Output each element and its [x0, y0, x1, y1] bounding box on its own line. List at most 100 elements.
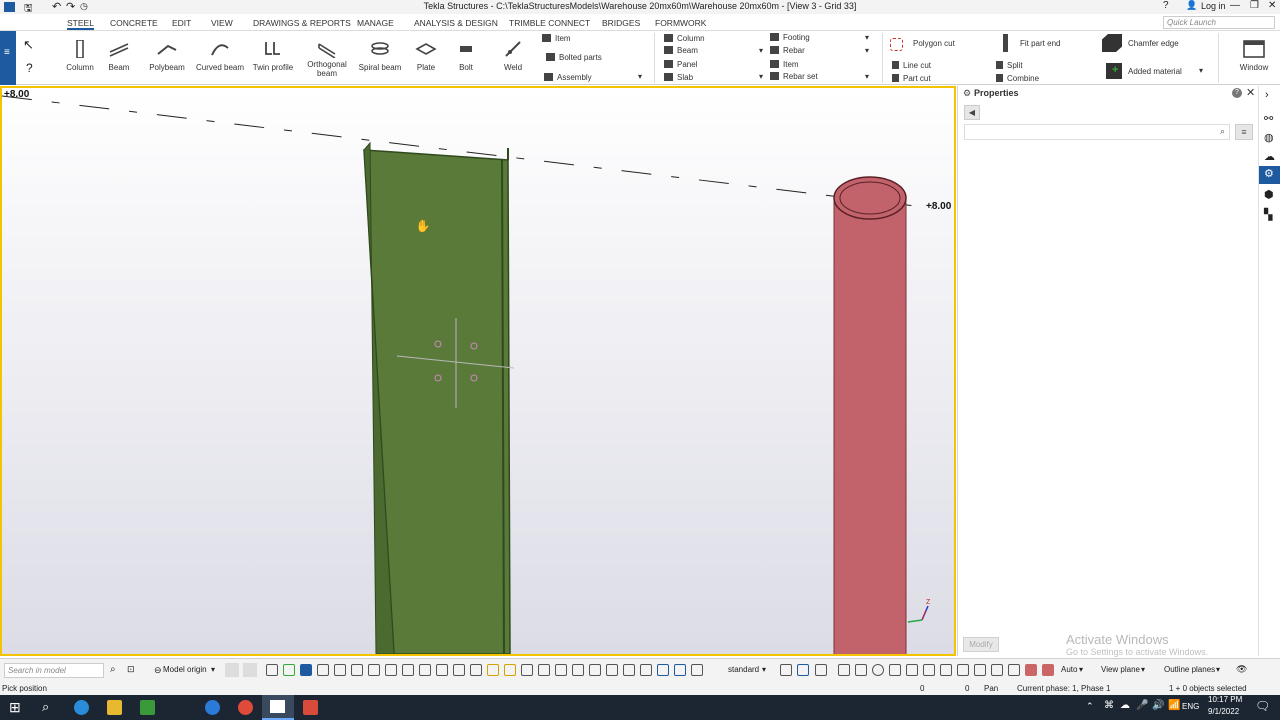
- select-loads-icon[interactable]: [572, 664, 584, 676]
- clock-date[interactable]: 9/1/2022: [1208, 707, 1239, 716]
- user-icon[interactable]: 👤: [1186, 0, 1197, 11]
- select-assembly-icon[interactable]: [674, 664, 686, 676]
- tab-manage[interactable]: MANAGE: [357, 18, 394, 28]
- tab-formwork[interactable]: FORMWORK: [655, 18, 706, 28]
- chevron-down-icon[interactable]: ▾: [759, 72, 763, 81]
- chevron-down-icon[interactable]: ▾: [759, 46, 763, 55]
- weld-button[interactable]: Weld: [487, 33, 539, 83]
- split-button[interactable]: Split: [996, 61, 1023, 70]
- tab-analysis-design[interactable]: ANALYSIS & DESIGN: [414, 18, 498, 28]
- snap-intersection-icon[interactable]: [906, 664, 918, 676]
- edge-browser-icon[interactable]: [74, 700, 89, 715]
- select-points-icon[interactable]: [436, 664, 448, 676]
- visibility-icon[interactable]: [815, 664, 827, 676]
- snap-perpendicular-icon[interactable]: [923, 664, 935, 676]
- filter-dropdown[interactable]: standard: [728, 665, 759, 674]
- polybeam-button[interactable]: Polybeam: [141, 33, 193, 83]
- components-icon[interactable]: ▚: [1264, 208, 1272, 221]
- eye-icon[interactable]: 👁: [1236, 664, 1247, 675]
- select-magnet-icon[interactable]: [691, 664, 703, 676]
- tab-bridges[interactable]: BRIDGES: [602, 18, 640, 28]
- properties-search-input[interactable]: ⌕: [964, 124, 1230, 140]
- app-icon[interactable]: [205, 700, 220, 715]
- concrete-item-button[interactable]: Item: [770, 60, 799, 69]
- file-explorer-icon[interactable]: [107, 700, 122, 715]
- snap-free-icon[interactable]: [974, 664, 986, 676]
- spiral-beam-button[interactable]: Spiral beam: [354, 33, 406, 83]
- snap-extension-icon[interactable]: [991, 664, 1003, 676]
- app-icon[interactable]: [140, 700, 155, 715]
- tab-drawings-reports[interactable]: DRAWINGS & REPORTS: [253, 18, 351, 28]
- find-icon[interactable]: ⊡: [127, 664, 135, 675]
- tekla-taskbar-button[interactable]: [262, 695, 294, 720]
- wifi-icon[interactable]: 📶: [1168, 700, 1180, 711]
- chevron-down-icon[interactable]: ▾: [865, 33, 869, 42]
- select-connections-icon[interactable]: [538, 664, 550, 676]
- chevron-down-icon[interactable]: ▾: [762, 665, 766, 674]
- snap-center-icon[interactable]: [872, 664, 884, 676]
- chevron-down-icon[interactable]: ▾: [1199, 66, 1203, 75]
- select-drawings-icon[interactable]: [623, 664, 635, 676]
- orthogonal-beam-button[interactable]: Orthogonal beam: [301, 33, 353, 83]
- help-icon[interactable]: ?: [1163, 0, 1169, 11]
- select-details-icon[interactable]: [521, 664, 533, 676]
- cloud-icon[interactable]: ☁: [1264, 150, 1275, 163]
- search-in-model-input[interactable]: Search in model: [4, 663, 104, 678]
- restore-button[interactable]: ❐: [1250, 0, 1259, 11]
- select-components-icon[interactable]: [300, 664, 312, 676]
- tab-steel[interactable]: STEEL: [67, 18, 94, 30]
- tab-edit[interactable]: EDIT: [172, 18, 191, 28]
- rebar-set-button[interactable]: Rebar set: [770, 72, 818, 81]
- microphone-icon[interactable]: 🎤: [1136, 700, 1148, 711]
- add-origin-icon[interactable]: [225, 663, 239, 677]
- select-assemblies-icon[interactable]: [470, 664, 482, 676]
- chevron-down-icon[interactable]: ▾: [865, 46, 869, 55]
- chevron-down-icon[interactable]: ▾: [638, 72, 642, 81]
- curved-beam-button[interactable]: Curved beam: [194, 33, 246, 83]
- chevron-up-icon[interactable]: ⌃: [1086, 701, 1094, 712]
- globe-icon[interactable]: ◍: [1264, 131, 1274, 144]
- select-arrow-icon[interactable]: ↖: [23, 37, 34, 53]
- select-rebars-icon[interactable]: [402, 664, 414, 676]
- select-reference-icon[interactable]: [555, 664, 567, 676]
- added-material-button[interactable]: + Added material: [1106, 63, 1182, 79]
- close-panel-icon[interactable]: ✕: [1246, 86, 1255, 99]
- language-indicator[interactable]: ENG: [1182, 702, 1199, 711]
- concrete-beam-button[interactable]: Beam: [664, 46, 698, 55]
- selection-switches[interactable]: [266, 664, 736, 678]
- side-menu-button[interactable]: ≡: [0, 31, 16, 85]
- outline-planes-dropdown[interactable]: Outline planes: [1164, 665, 1215, 674]
- concrete-column-button[interactable]: Column: [664, 34, 705, 43]
- windows-start-icon[interactable]: ⊞: [9, 699, 21, 716]
- search-icon[interactable]: ⌕: [110, 664, 116, 675]
- rebar-button[interactable]: Rebar: [770, 46, 805, 55]
- fit-part-end-button[interactable]: Fit part end: [1003, 34, 1060, 52]
- panel-button[interactable]: Panel: [664, 60, 697, 69]
- minimize-button[interactable]: —: [1230, 0, 1240, 11]
- beam-button[interactable]: Beam: [93, 33, 145, 83]
- select-pours-icon[interactable]: [487, 664, 499, 676]
- link-icon[interactable]: ⚯: [1264, 112, 1273, 125]
- tab-trimble-connect[interactable]: TRIMBLE CONNECT: [509, 18, 590, 28]
- select-seams-icon[interactable]: [504, 664, 516, 676]
- chevron-down-icon[interactable]: ▾: [211, 665, 215, 674]
- chamfer-edge-button[interactable]: Chamfer edge: [1102, 34, 1179, 52]
- footing-button[interactable]: Footing: [770, 33, 810, 42]
- snap-cursor-icon[interactable]: [797, 664, 809, 676]
- select-clouds-icon[interactable]: [640, 664, 652, 676]
- help-query-icon[interactable]: ?: [26, 61, 33, 75]
- select-surfaces-icon[interactable]: [419, 664, 431, 676]
- chevron-down-icon[interactable]: ▾: [1141, 665, 1145, 674]
- select-planes-icon[interactable]: [368, 664, 380, 676]
- tab-view[interactable]: VIEW: [211, 18, 233, 28]
- chevron-down-icon[interactable]: ▾: [865, 72, 869, 81]
- notification-icon[interactable]: 🗨: [1255, 699, 1270, 713]
- combine-button[interactable]: Combine: [996, 74, 1039, 83]
- select-grids-icon[interactable]: [351, 664, 363, 676]
- properties-menu-button[interactable]: ≡: [1235, 124, 1253, 140]
- select-bolts-icon[interactable]: [334, 664, 346, 676]
- twin-profile-button[interactable]: Twin profile: [247, 33, 299, 83]
- bolted-parts-button[interactable]: Bolted parts: [546, 53, 602, 62]
- select-welds-icon[interactable]: [317, 664, 329, 676]
- select-icon[interactable]: [266, 664, 278, 676]
